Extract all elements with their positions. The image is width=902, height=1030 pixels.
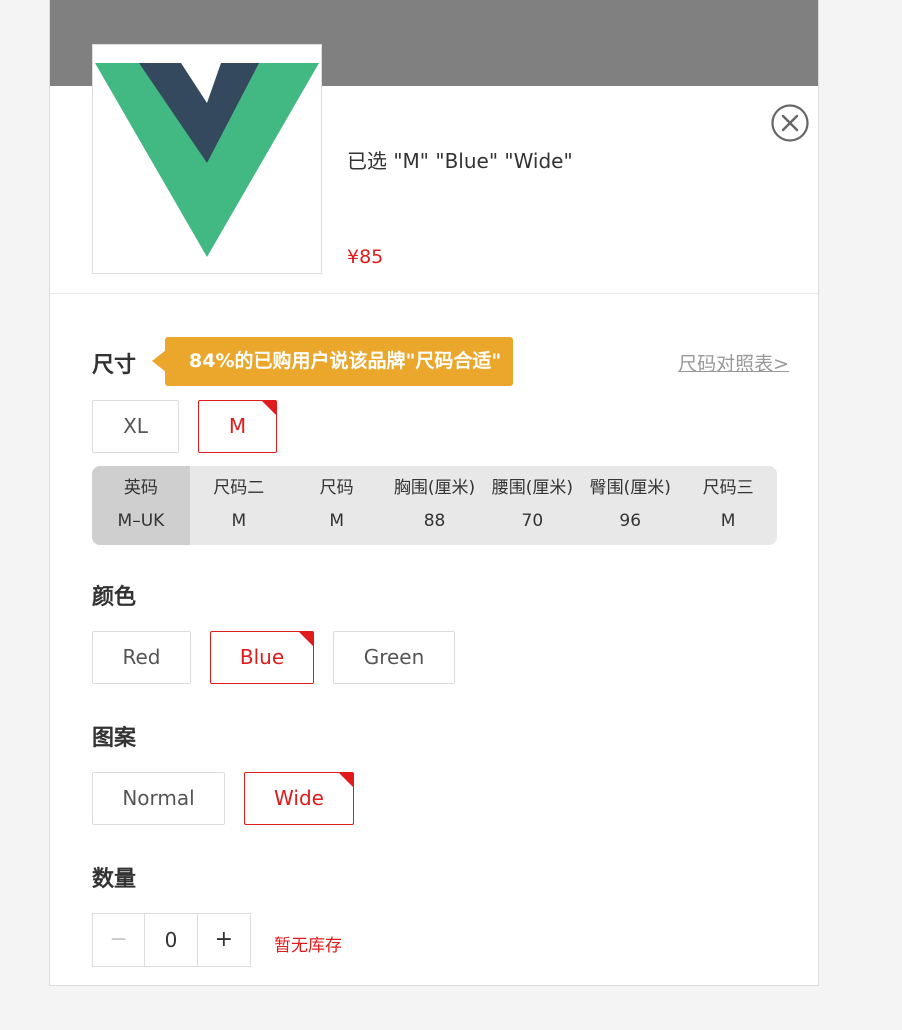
size-col-value: M — [720, 511, 736, 531]
quantity-stepper: − 0 + — [92, 913, 251, 967]
size-col-uk: 英码 M–UK — [92, 466, 190, 545]
size-col-waist: 腰围(厘米) 70 — [483, 466, 581, 545]
size-col-value: 70 — [521, 511, 544, 531]
size-section-title: 尺寸 — [92, 353, 137, 378]
stock-status: 暂无库存 — [274, 936, 342, 956]
selected-spec-text: 已选 "M" "Blue" "Wide" — [347, 149, 573, 173]
size-col-header: 臀围(厘米) — [589, 478, 671, 498]
size-col-value: M — [231, 511, 247, 531]
product-image — [92, 44, 322, 274]
size-col-size2: 尺码二 M — [190, 466, 288, 545]
quantity-increase-button[interactable]: + — [198, 914, 250, 966]
quantity-section-title: 数量 — [92, 867, 137, 892]
close-button[interactable] — [771, 104, 809, 142]
product-price: ¥85 — [347, 246, 384, 268]
size-col-hip: 臀围(厘米) 96 — [581, 466, 679, 545]
size-col-value: M–UK — [117, 511, 165, 531]
header-divider — [50, 293, 818, 294]
quantity-input[interactable]: 0 — [145, 914, 198, 966]
size-option-m[interactable]: M — [198, 400, 277, 453]
sku-selector-panel: 已选 "M" "Blue" "Wide" ¥85 尺寸 84%的已购用户说该品牌… — [49, 0, 819, 986]
size-col-header: 尺码三 — [702, 478, 754, 498]
size-col-chest: 胸围(厘米) 88 — [386, 466, 484, 545]
pattern-option-normal[interactable]: Normal — [92, 772, 225, 825]
size-col-value: 88 — [423, 511, 446, 531]
vue-logo-icon — [95, 63, 319, 257]
size-col-size: 尺码 M — [288, 466, 386, 545]
close-icon — [771, 104, 809, 142]
size-fit-tip: 84%的已购用户说该品牌"尺码合适" — [151, 337, 514, 386]
size-col-value: M — [329, 511, 344, 531]
size-spec-table: 英码 M–UK 尺码二 M 尺码 M 胸围(厘米) 88 腰围(厘米) 70 臀… — [92, 466, 777, 545]
color-option-green[interactable]: Green — [333, 631, 455, 684]
size-col-size3: 尺码三 M — [679, 466, 777, 545]
quantity-decrease-button[interactable]: − — [93, 914, 146, 966]
size-col-header: 尺码二 — [213, 478, 265, 498]
size-col-header: 英码 — [123, 478, 158, 498]
size-col-header: 胸围(厘米) — [393, 478, 476, 498]
color-option-red[interactable]: Red — [92, 631, 191, 684]
size-col-header: 尺码 — [319, 478, 354, 498]
size-col-value: 96 — [619, 511, 642, 531]
pattern-option-wide[interactable]: Wide — [244, 772, 354, 825]
pattern-section-title: 图案 — [92, 726, 137, 751]
size-option-xl[interactable]: XL — [92, 400, 179, 453]
color-section-title: 颜色 — [92, 585, 137, 610]
color-option-blue[interactable]: Blue — [210, 631, 314, 684]
size-chart-link[interactable]: 尺码对照表> — [678, 349, 789, 376]
size-col-header: 腰围(厘米) — [491, 478, 573, 498]
